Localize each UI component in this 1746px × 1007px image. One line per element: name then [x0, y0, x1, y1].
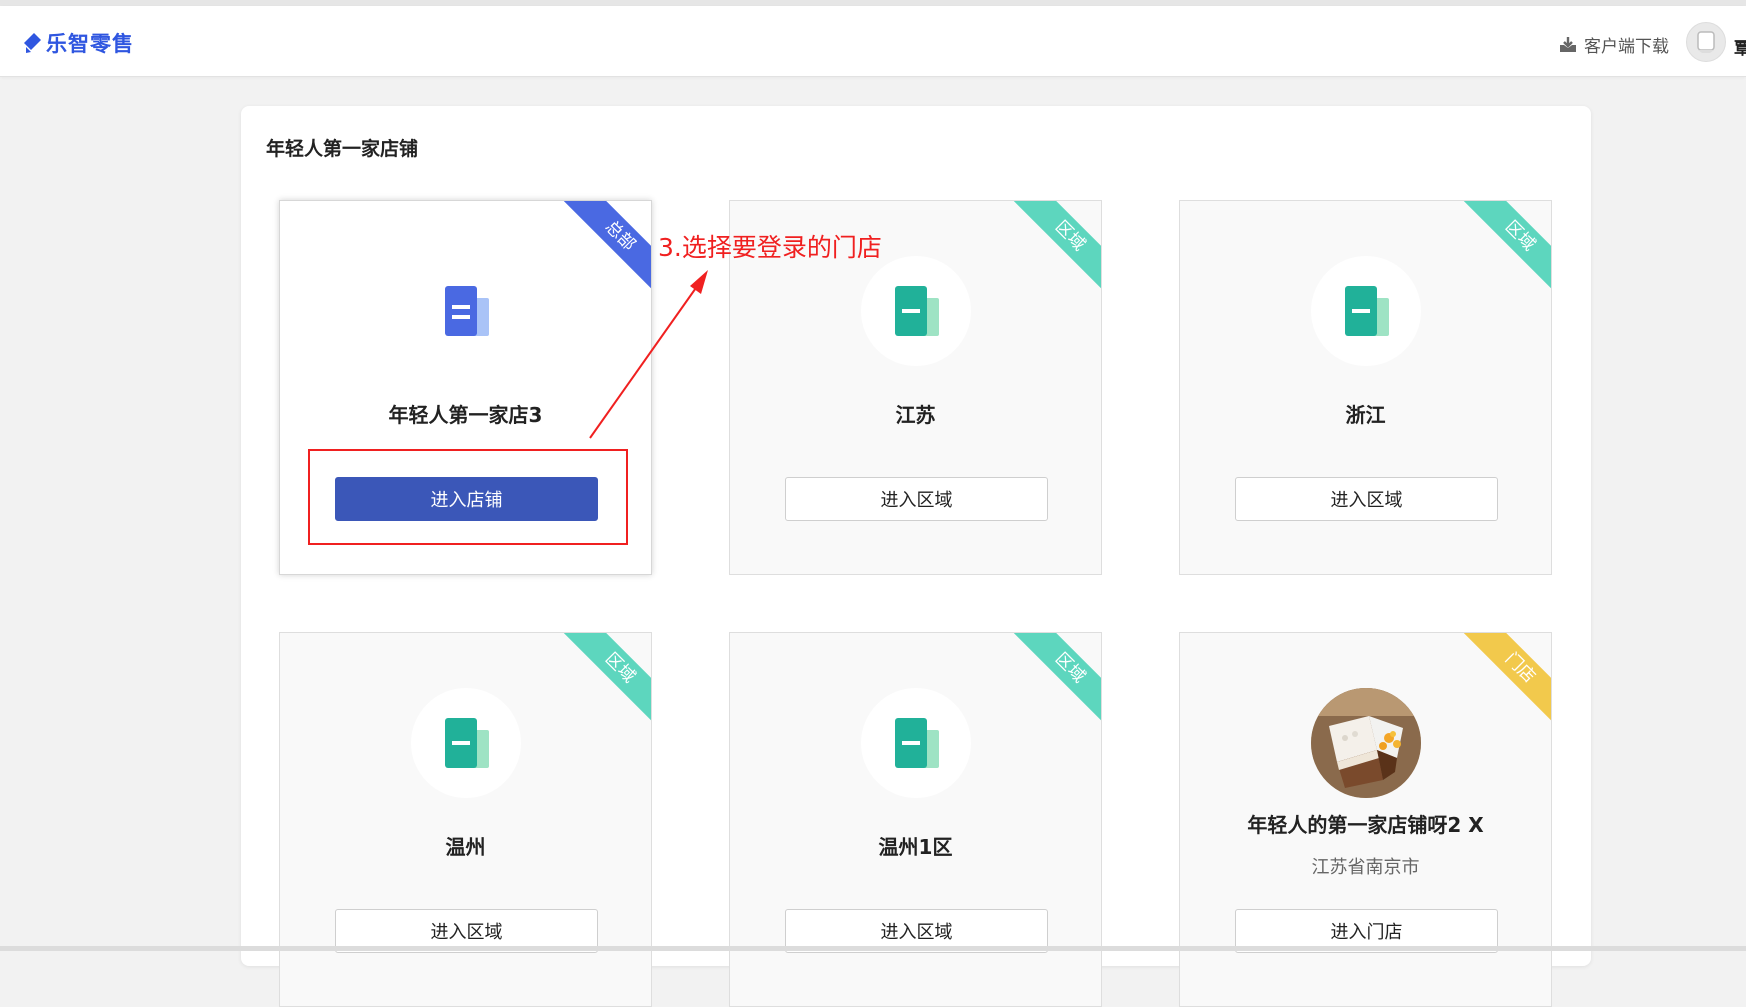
- annotation-highlight-box: [308, 449, 628, 545]
- card-name: 年轻人第一家店3: [388, 403, 543, 427]
- tag-region: 区域: [999, 633, 1101, 739]
- logo-mark-icon: [24, 33, 41, 53]
- card-name: 温州1区: [878, 835, 953, 859]
- enter-region-button[interactable]: 进入区域: [1235, 477, 1498, 521]
- tag-region: 区域: [1449, 201, 1551, 307]
- tag-store: 门店: [1449, 633, 1551, 739]
- logo-text: 乐智零售: [46, 32, 134, 56]
- region-doc-icon: [1311, 256, 1421, 366]
- user-avatar[interactable]: [1686, 22, 1726, 62]
- region-doc-icon: [411, 688, 521, 798]
- card-name: 年轻人的第一家店铺呀2 X: [1247, 813, 1484, 837]
- company-title: 年轻人第一家店铺: [266, 138, 419, 160]
- user-name[interactable]: 覃: [1734, 34, 1746, 59]
- client-download-link[interactable]: 客户端下载: [1558, 32, 1669, 57]
- region-doc-icon: [861, 688, 971, 798]
- tag-region: 区域: [999, 201, 1101, 307]
- logo[interactable]: 乐智零售: [22, 28, 134, 58]
- bottom-scrollbar[interactable]: [0, 946, 1746, 951]
- enter-region-button[interactable]: 进入区域: [785, 477, 1048, 521]
- region-doc-icon: [861, 256, 971, 366]
- tag-region: 区域: [549, 633, 651, 739]
- download-icon: [1560, 36, 1576, 52]
- card-name: 浙江: [1345, 403, 1386, 427]
- download-label: 客户端下载: [1584, 37, 1669, 57]
- top-header: 乐智零售 客户端下载 覃: [0, 6, 1746, 77]
- user-avatar-icon: [1697, 31, 1715, 53]
- store-location: 江苏省南京市: [1311, 857, 1420, 878]
- card-name: 江苏: [895, 403, 936, 427]
- annotation-text: 3.选择要登录的门店: [658, 233, 882, 262]
- store-doc-icon: [411, 256, 521, 366]
- card-name: 温州: [445, 835, 486, 859]
- tag-hq: 总部: [549, 201, 651, 307]
- cake-photo: [1311, 688, 1421, 798]
- region-card-zhejiang[interactable]: 区域 浙江 进入区域: [1179, 200, 1552, 575]
